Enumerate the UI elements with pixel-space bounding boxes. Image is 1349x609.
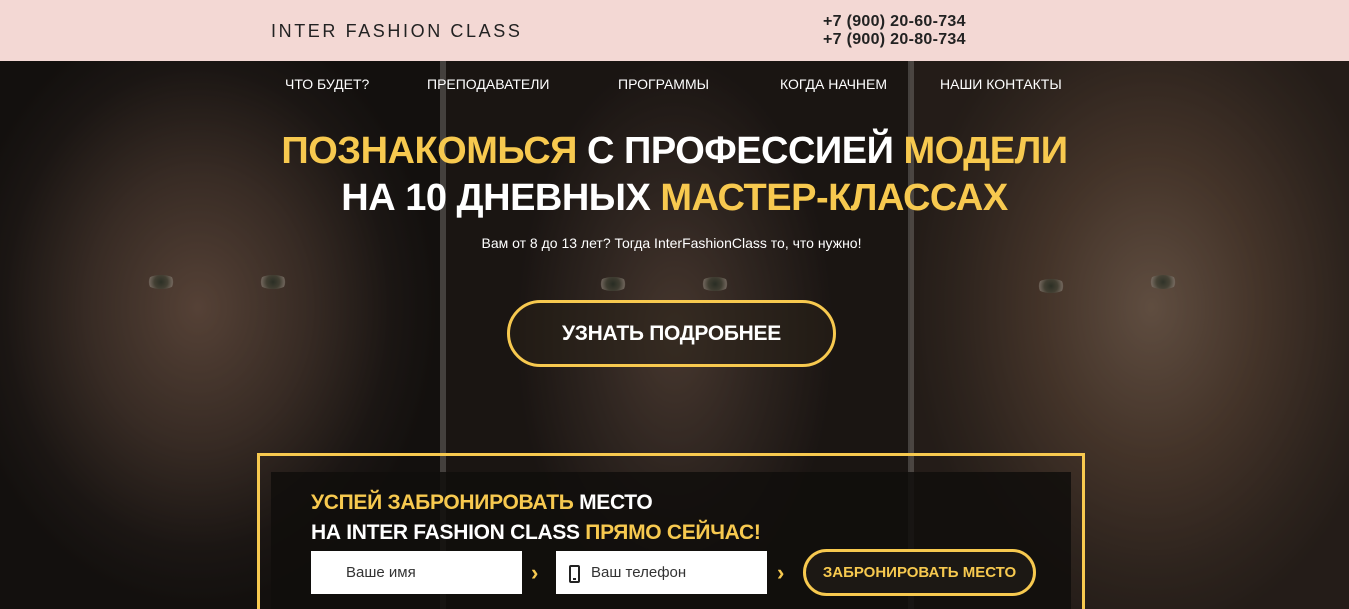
top-bar: INTER FASHION CLASS +7 (900) 20-60-734 +… [0, 0, 1349, 61]
nav-item-teachers[interactable]: ПРЕПОДАВАТЕЛИ [427, 76, 549, 92]
headline-part: МОДЕЛИ [903, 130, 1068, 172]
nav-item-when-start[interactable]: КОГДА НАЧНЕМ [780, 76, 887, 92]
headline-part: НА 10 ДНЕВНЫХ [341, 177, 661, 219]
headline-line-2: НА 10 ДНЕВНЫХ МАСТЕР-КЛАССАХ [0, 175, 1349, 222]
headline-part: С ПРОФЕССИЕЙ [577, 130, 904, 172]
headline-line-1: ПОЗНАКОМЬСЯ С ПРОФЕССИЕЙ МОДЕЛИ [0, 128, 1349, 175]
booking-title-part: НА INTER FASHION CLASS [311, 521, 586, 544]
headline-part: МАСТЕР-КЛАССАХ [660, 177, 1008, 219]
nav-item-what-will-be[interactable]: ЧТО БУДЕТ? [285, 76, 369, 92]
hero-section: ЧТО БУДЕТ? ПРЕПОДАВАТЕЛИ ПРОГРАММЫ КОГДА… [0, 61, 1349, 609]
chevron-right-icon: › [777, 560, 785, 585]
phone-number-1[interactable]: +7 (900) 20-60-734 [823, 13, 966, 31]
phone-input[interactable] [556, 551, 767, 594]
nav-item-programs[interactable]: ПРОГРАММЫ [618, 76, 709, 92]
phone-number-2[interactable]: +7 (900) 20-80-734 [823, 31, 966, 49]
booking-title-part: ПРЯМО СЕЙЧАС! [585, 521, 761, 544]
booking-title: УСПЕЙ ЗАБРОНИРОВАТЬ МЕСТО НА INTER FASHI… [311, 488, 761, 548]
mobile-phone-icon [569, 565, 580, 583]
main-nav: ЧТО БУДЕТ? ПРЕПОДАВАТЕЛИ ПРОГРАММЫ КОГДА… [0, 76, 1349, 96]
chevron-right-icon: › [531, 560, 539, 585]
headline-part: ПОЗНАКОМЬСЯ [281, 130, 577, 172]
hero-subtitle: Вам от 8 до 13 лет? Тогда InterFashionCl… [481, 235, 862, 251]
name-input[interactable] [311, 551, 522, 594]
booking-title-part: УСПЕЙ ЗАБРОНИРОВАТЬ [311, 491, 574, 514]
booking-title-part: МЕСТО [573, 491, 653, 514]
hero-headline: ПОЗНАКОМЬСЯ С ПРОФЕССИЕЙ МОДЕЛИ НА 10 ДН… [0, 128, 1349, 222]
brand-logo[interactable]: INTER FASHION CLASS [271, 21, 522, 42]
phone-numbers: +7 (900) 20-60-734 +7 (900) 20-80-734 [823, 13, 966, 49]
book-place-button[interactable]: ЗАБРОНИРОВАТЬ МЕСТО [803, 549, 1036, 596]
nav-item-contacts[interactable]: НАШИ КОНТАКТЫ [940, 76, 1062, 92]
booking-title-line-2: НА INTER FASHION CLASS ПРЯМО СЕЙЧАС! [311, 518, 761, 548]
learn-more-button[interactable]: УЗНАТЬ ПОДРОБНЕЕ [507, 300, 836, 367]
booking-title-line-1: УСПЕЙ ЗАБРОНИРОВАТЬ МЕСТО [311, 488, 761, 518]
